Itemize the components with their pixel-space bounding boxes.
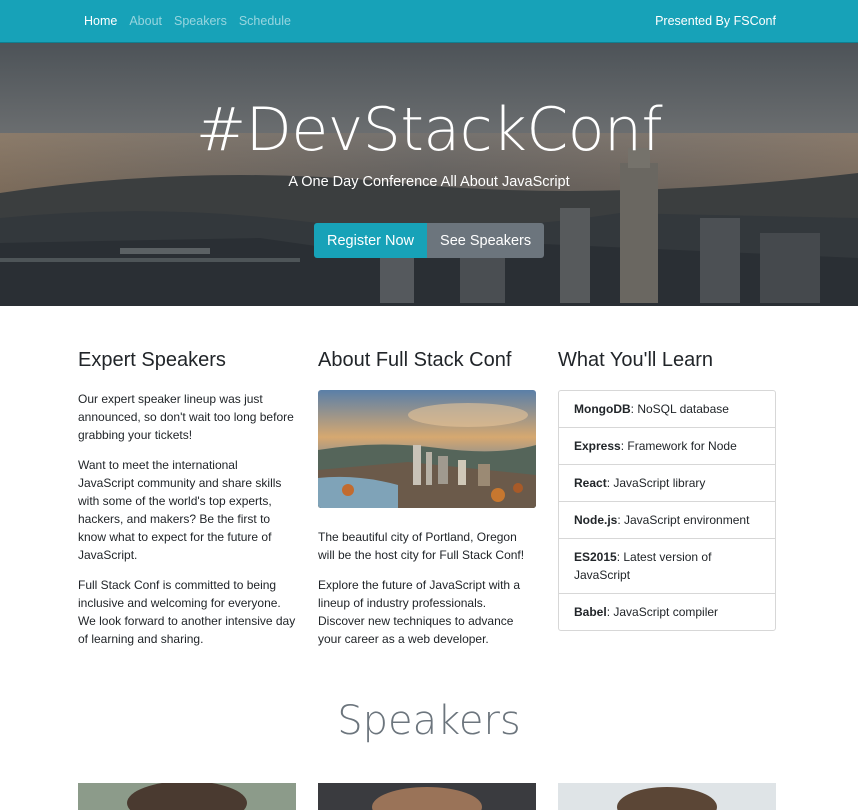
hero-buttons: Register Now See Speakers — [314, 223, 545, 258]
list-item-name: Node.js — [574, 513, 618, 527]
about-paragraph-1: The beautiful city of Portland, Oregon w… — [318, 530, 525, 562]
speakers-heading: Speakers — [337, 698, 521, 744]
hero-title: #DevStackConf — [195, 95, 663, 165]
hero-subtitle: A One Day Conference All About JavaScrip… — [288, 174, 570, 190]
about-paragraph-2: Explore the future of JavaScript with a … — [318, 578, 521, 646]
expert-speakers-paragraph-3: Full Stack Conf is committed to being in… — [78, 578, 296, 646]
list-item: Express: Framework for Node — [559, 428, 775, 465]
register-now-button[interactable]: Register Now — [314, 223, 428, 258]
list-item: React: JavaScript library — [559, 465, 775, 502]
list-item: MongoDB: NoSQL database — [559, 391, 775, 428]
nav-link-about[interactable]: About — [129, 14, 162, 28]
learn-heading: What You'll Learn — [558, 349, 714, 371]
list-item-desc: : Framework for Node — [620, 439, 737, 453]
hero-section: #DevStackConf A One Day Conference All A… — [0, 43, 858, 306]
see-speakers-button[interactable]: See Speakers — [427, 223, 545, 258]
portland-city-image — [318, 390, 536, 508]
expert-speakers-heading: Expert Speakers — [78, 349, 226, 371]
about-section: About Full Stack Conf The beautiful city… — [318, 349, 536, 660]
list-item: ES2015: Latest version of JavaScript — [559, 539, 775, 594]
nav-link-schedule[interactable]: Schedule — [239, 14, 291, 28]
about-heading: About Full Stack Conf — [318, 349, 512, 371]
nav-links: Home About Speakers Schedule — [84, 14, 303, 28]
list-item: Node.js: JavaScript environment — [559, 502, 775, 539]
speaker-photo-image — [558, 783, 776, 810]
speaker-photo — [558, 783, 776, 810]
expert-speakers-paragraph-1: Our expert speaker lineup was just annou… — [78, 392, 294, 442]
nav-link-home[interactable]: Home — [84, 14, 117, 28]
list-item-name: Express — [574, 439, 621, 453]
speaker-photo — [78, 783, 296, 810]
list-item-name: Babel — [574, 605, 607, 619]
list-item: Babel: JavaScript compiler — [559, 594, 775, 630]
navbar: Home About Speakers Schedule Presented B… — [0, 0, 858, 43]
list-item-name: React — [574, 476, 607, 490]
list-item-name: ES2015 — [574, 550, 617, 564]
list-item-desc: : JavaScript compiler — [606, 605, 719, 619]
speaker-photo — [318, 783, 536, 810]
learn-section: What You'll Learn MongoDB: NoSQL databas… — [558, 349, 776, 631]
speaker-photo-image — [318, 783, 536, 810]
expert-speakers-section: Expert Speakers Our expert speaker lineu… — [78, 349, 296, 660]
list-item-desc: : JavaScript library — [606, 476, 706, 490]
list-item-desc: : NoSQL database — [630, 402, 729, 416]
nav-link-speakers[interactable]: Speakers — [174, 14, 227, 28]
learn-list: MongoDB: NoSQL database Express: Framewo… — [558, 390, 776, 631]
presented-by-text: Presented By FSConf — [655, 14, 776, 28]
list-item-name: MongoDB — [574, 402, 631, 416]
list-item-desc: : JavaScript environment — [617, 513, 750, 527]
expert-speakers-paragraph-2: Want to meet the international JavaScrip… — [78, 458, 282, 562]
speaker-photo-image — [78, 783, 296, 810]
